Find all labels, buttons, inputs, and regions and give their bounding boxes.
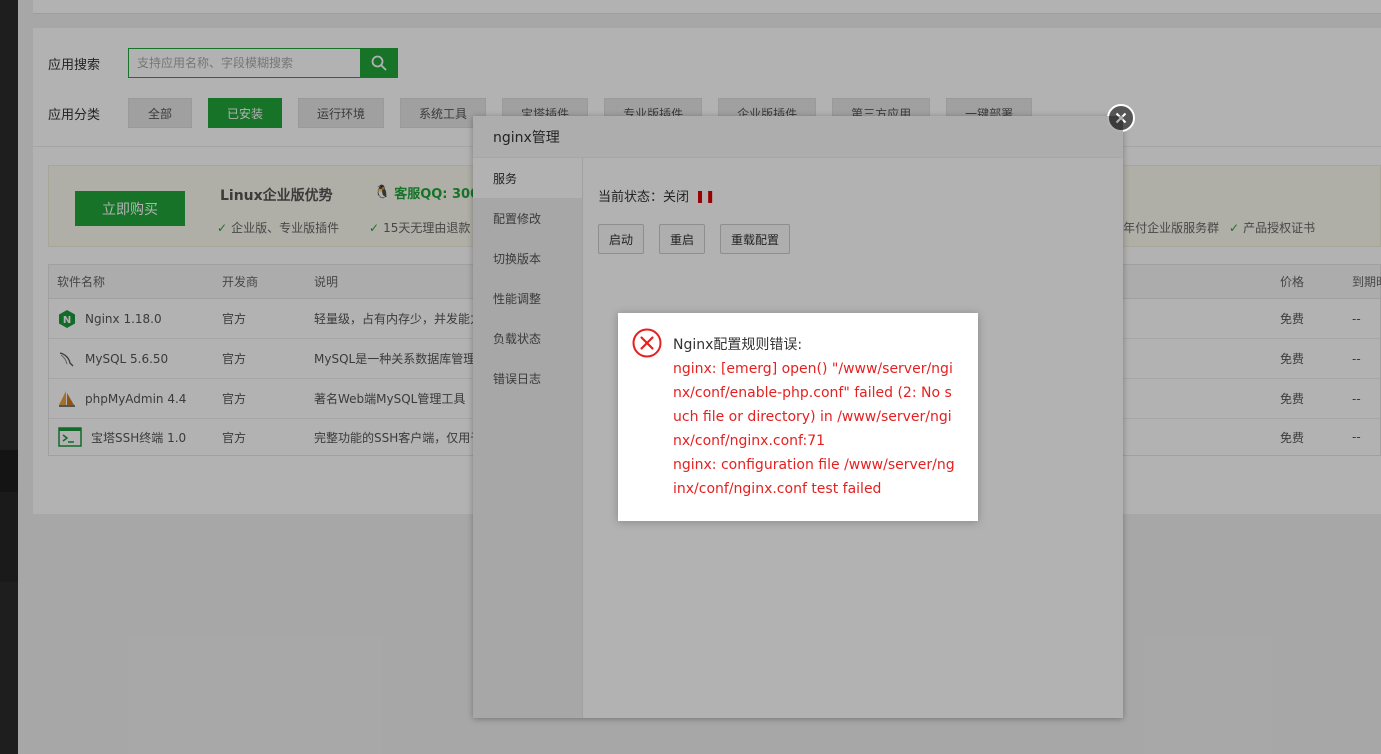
error-message-box: Nginx配置规则错误: nginx: [emerg] open() "/www… bbox=[618, 313, 978, 521]
error-title: Nginx配置规则错误: bbox=[673, 337, 803, 353]
error-icon bbox=[632, 328, 662, 358]
error-line: nginx: configuration file /www/server/ng… bbox=[673, 457, 955, 497]
error-line: nginx: [emerg] open() "/www/server/nginx… bbox=[673, 361, 953, 449]
